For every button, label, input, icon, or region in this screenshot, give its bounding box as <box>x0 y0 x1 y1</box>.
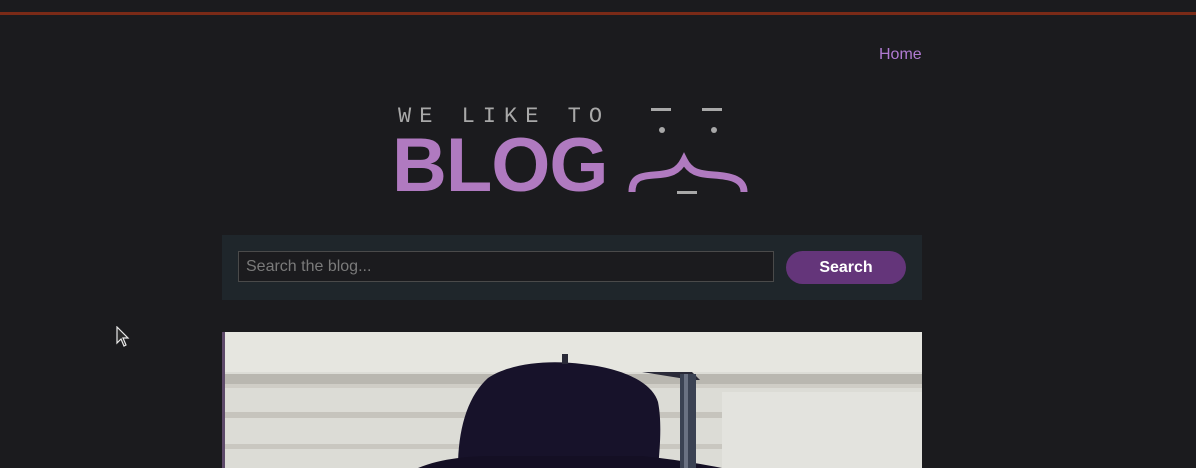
post-image-graphic <box>222 332 922 468</box>
post-hero-image[interactable] <box>222 332 922 468</box>
search-button[interactable]: Search <box>786 251 906 284</box>
nav-home-link[interactable]: Home <box>879 46 922 64</box>
face-icon <box>628 108 748 194</box>
search-panel: Search <box>222 235 922 300</box>
mouse-pointer-icon <box>116 326 130 347</box>
logo-wordmark: BLOG <box>392 123 609 208</box>
top-accent-rule <box>0 12 1196 15</box>
site-logo[interactable]: WE LIKE TO BLOG <box>390 100 760 206</box>
search-input[interactable] <box>238 251 774 282</box>
